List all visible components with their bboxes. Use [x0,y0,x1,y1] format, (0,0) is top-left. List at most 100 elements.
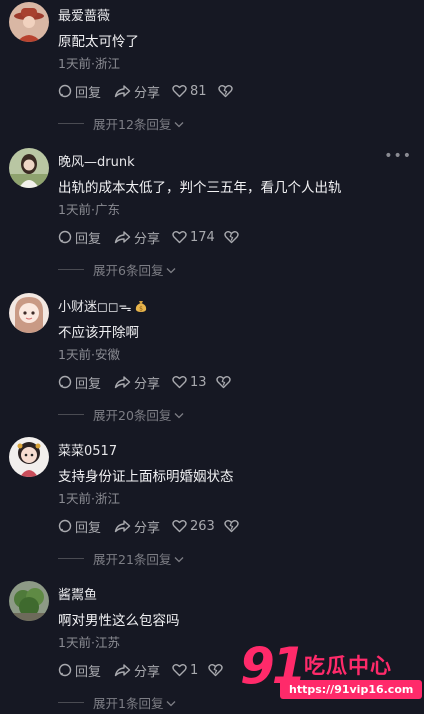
heart-icon [172,84,190,98]
divider [58,122,84,124]
reply-icon [58,663,75,677]
comment-text: 原配太可怜了 [58,34,139,50]
like-button[interactable]: 1 [172,661,198,679]
dislike-button[interactable] [218,82,236,100]
svg-text:$: $ [140,305,144,312]
reply-icon [58,375,75,389]
expand-replies[interactable]: 展开21条回复 [58,550,184,567]
expand-replies-label: 展开6条回复 [93,262,164,278]
comment-item: 菜菜0517 支持身份证上面标明婚姻状态 1天前·浙江 回复 分享 263 展开… [0,435,424,580]
like-button[interactable]: 174 [172,228,215,246]
username-text: 小财迷◻◻ [58,300,119,315]
like-button[interactable]: 81 [172,82,207,100]
share-icon [114,230,134,244]
chevron-down-icon [174,407,184,422]
expand-replies[interactable]: 展开12条回复 [58,115,184,132]
username[interactable]: 菜菜0517 [58,440,117,459]
share-button[interactable]: 分享 [114,661,161,680]
share-icon [114,375,134,389]
share-label: 分享 [134,664,161,680]
money-bag-icon: $ [134,299,148,317]
comment-text: 不应该开除啊 [58,325,139,341]
expand-replies-label: 展开21条回复 [93,551,172,567]
expand-replies-label: 展开1条回复 [93,695,164,711]
username[interactable]: 小财迷◻◻ᯓ $ [58,296,148,317]
comment-meta: 1天前·江苏 [58,635,120,650]
reply-label: 回复 [75,85,102,101]
reply-button[interactable]: 回复 [58,661,101,680]
comment-time: 1天前 [58,491,91,506]
user-avatar[interactable] [9,437,49,477]
reply-button[interactable]: 回复 [58,228,101,247]
divider [58,557,84,559]
chevron-down-icon [174,116,184,131]
dislike-button[interactable] [224,517,242,535]
comment-time: 1天前 [58,56,91,71]
like-button[interactable]: 263 [172,517,215,535]
heart-icon [172,519,190,533]
heart-icon [172,375,190,389]
dislike-button[interactable] [224,228,242,246]
user-avatar[interactable] [9,2,49,42]
like-count: 1 [190,662,199,678]
reply-button[interactable]: 回复 [58,373,102,392]
chevron-down-icon [174,551,184,566]
username[interactable]: 晚风—drunk [58,151,135,170]
expand-replies[interactable]: 展开6条回复 [58,261,176,278]
user-avatar[interactable] [9,293,49,333]
share-icon [114,519,134,533]
like-count: 174 [190,229,215,245]
comment-meta: 1天前·浙江 [58,56,120,71]
comment-text: 啊对男性这么包容吗 [58,613,180,629]
tilde-mark: ᯓ [118,300,132,315]
comment-item: 最爱蔷薇 原配太可怜了 1天前·浙江 回复 分享 81 展开12条回复 [0,0,424,145]
comment-meta: 1天前·安徽 [58,347,120,362]
chevron-down-icon [166,695,176,710]
like-count: 263 [190,518,215,534]
username[interactable]: 酱鬻鱼 [58,584,97,603]
expand-replies-label: 展开12条回复 [93,116,172,132]
broken-heart-icon [216,375,234,389]
broken-heart-icon [224,519,242,533]
dislike-button[interactable] [208,661,226,679]
comment-time: 1天前 [58,202,91,217]
divider [58,268,84,270]
comment-time: 1天前 [58,347,91,362]
reply-button[interactable]: 回复 [58,82,102,101]
watermark-url: https://91vip16.com [280,680,423,699]
like-count: 81 [190,83,207,99]
comment-meta: 1天前·广东 [58,202,120,217]
comment-location: 浙江 [94,56,120,71]
user-avatar[interactable] [9,581,49,621]
more-dots-icon[interactable]: ••• [384,148,412,164]
dislike-button[interactable] [216,373,234,391]
reply-label: 回复 [75,520,102,536]
chevron-down-icon [166,262,176,277]
expand-replies-label: 展开20条回复 [93,407,172,423]
share-button[interactable]: 分享 [114,373,161,392]
like-count: 13 [190,374,207,390]
share-button[interactable]: 分享 [114,517,160,536]
divider [58,701,84,703]
broken-heart-icon [218,84,236,98]
reply-button[interactable]: 回复 [58,517,102,536]
username[interactable]: 最爱蔷薇 [58,5,110,24]
user-avatar[interactable] [9,148,49,188]
watermark-name: 吃瓜中心 [304,654,392,678]
comment-location: 安徽 [94,347,120,362]
comment-time: 1天前 [58,635,91,650]
heart-icon [172,230,190,244]
share-button[interactable]: 分享 [114,228,160,247]
comment-text: 支持身份证上面标明婚姻状态 [58,469,234,485]
comment-location: 江苏 [94,635,120,650]
comment-item: 小财迷◻◻ᯓ $ 不应该开除啊 1天前·安徽 回复 分享 13 展开20条回复 [0,291,424,436]
share-icon [114,663,134,677]
broken-heart-icon [208,663,226,677]
reply-icon [58,519,75,533]
expand-replies[interactable]: 展开20条回复 [58,406,184,423]
like-button[interactable]: 13 [172,373,207,391]
reply-label: 回复 [75,376,102,392]
expand-replies[interactable]: 展开1条回复 [58,694,176,711]
share-button[interactable]: 分享 [114,82,160,101]
share-label: 分享 [134,376,161,392]
